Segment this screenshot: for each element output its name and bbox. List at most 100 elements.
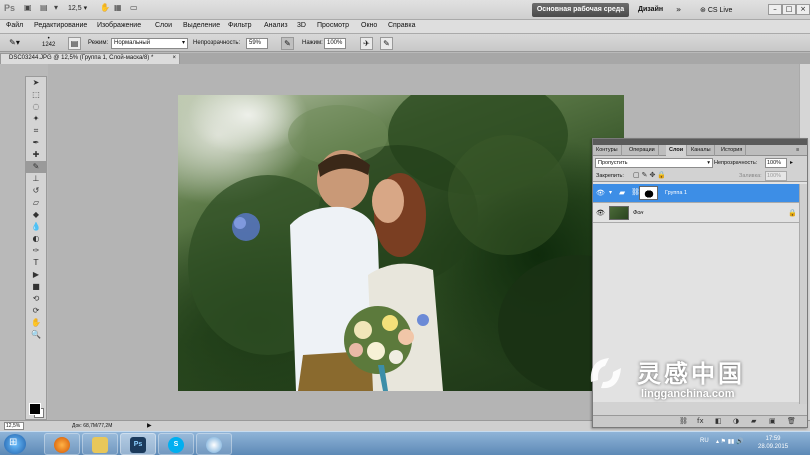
workspace-design-button[interactable]: Дизайн [638, 6, 663, 13]
type-tool-icon[interactable]: T [26, 257, 46, 269]
history-brush-tool-icon[interactable]: ↺ [26, 185, 46, 197]
taskbar-explorer[interactable] [82, 433, 118, 455]
tab-history[interactable]: История [718, 145, 747, 156]
dodge-tool-icon[interactable]: ◐ [26, 233, 46, 245]
lock-options[interactable]: ▢✎✥🔒 [633, 171, 668, 179]
workspace-essentials-button[interactable]: Основная рабочая среда [532, 3, 629, 17]
taskbar-firefox[interactable] [44, 433, 80, 455]
layer-row-group-1[interactable]: 👁 ▾ ▰ ⛓ Группа 1 [593, 184, 799, 203]
start-button[interactable]: ⊞ [4, 434, 26, 454]
brush-panel-toggle-icon[interactable]: ▤ [68, 37, 81, 50]
menu-help[interactable]: Справка [388, 22, 415, 29]
link-layers-icon[interactable]: ⛓ [679, 417, 688, 425]
3d-rotate-tool-icon[interactable]: ⟲ [26, 293, 46, 305]
status-zoom-field[interactable]: 12,5% [4, 422, 24, 430]
view-extras-icon[interactable]: ▾ [54, 3, 58, 16]
tray-icons[interactable]: ▴ ⚑ ▮▮ 🔊 [716, 438, 743, 445]
close-tab-icon[interactable]: × [172, 55, 176, 61]
lock-pixels-icon[interactable]: ✎ [642, 171, 650, 179]
tab-layers[interactable]: Слои [666, 145, 688, 156]
brush-tool-icon[interactable]: ✎ [26, 161, 46, 173]
keyboard-language[interactable]: RU [700, 438, 709, 444]
tablet-size-icon[interactable]: ✎ [380, 37, 393, 50]
minimize-button[interactable]: – [768, 4, 782, 15]
document-canvas[interactable] [178, 95, 624, 391]
airbrush-icon[interactable]: ✈ [360, 37, 373, 50]
lock-transparent-icon[interactable]: ▢ [633, 171, 642, 179]
layer-mask-thumbnail[interactable] [639, 186, 658, 200]
tab-paths[interactable]: Контуры [593, 145, 622, 156]
paint-bucket-tool-icon[interactable]: ◆ [26, 209, 46, 221]
arrange-documents-icon[interactable]: ▦ [114, 3, 122, 16]
mini-bridge-icon[interactable]: ▤ [40, 3, 48, 16]
adjustment-layer-icon[interactable]: ◑ [733, 417, 739, 425]
delete-layer-icon[interactable]: 🗑 [787, 417, 796, 425]
cs-live-button[interactable]: ⊛ CS Live [700, 6, 732, 14]
mode-select[interactable]: Нормальный ▾ [111, 38, 188, 49]
tablet-opacity-icon[interactable]: ✎ [281, 37, 294, 50]
opacity-input[interactable]: 59% [246, 38, 268, 49]
menu-file[interactable]: Файл [6, 22, 23, 29]
layer-style-icon[interactable]: fx [697, 417, 704, 425]
menu-3d[interactable]: 3D [297, 22, 306, 29]
close-window-button[interactable]: × [796, 4, 810, 15]
layer-opacity-input[interactable]: 100% [765, 158, 787, 168]
eraser-tool-icon[interactable]: ▱ [26, 197, 46, 209]
document-tab[interactable]: DSC03244.JPG @ 12,5% (Группа 1, Слой-мас… [0, 53, 180, 64]
expand-arrow-icon[interactable]: ▾ [609, 189, 612, 196]
move-tool-icon[interactable]: ➤ [26, 77, 46, 89]
new-layer-icon[interactable]: ▣ [769, 417, 776, 425]
taskbar-corel[interactable] [196, 433, 232, 455]
menu-window[interactable]: Окно [361, 22, 377, 29]
menu-select[interactable]: Выделение [183, 22, 220, 29]
tab-channels[interactable]: Каналы [688, 145, 715, 156]
panel-menu-icon[interactable]: ≡ [793, 145, 802, 156]
path-selection-tool-icon[interactable]: ▶ [26, 269, 46, 281]
hand-tool-icon[interactable]: ✋ [26, 317, 46, 329]
menu-edit[interactable]: Редактирование [34, 22, 87, 29]
flow-input[interactable]: 100% [324, 38, 346, 49]
healing-brush-tool-icon[interactable]: ✚ [26, 149, 46, 161]
3d-orbit-tool-icon[interactable]: ⟳ [26, 305, 46, 317]
hand-view-icon[interactable]: ✋ [100, 3, 110, 16]
visibility-eye-icon[interactable]: 👁 [596, 209, 605, 217]
opacity-arrow-icon[interactable]: ▸ [790, 159, 793, 166]
add-mask-icon[interactable]: ◧ [715, 417, 722, 425]
pen-tool-icon[interactable]: ✑ [26, 245, 46, 257]
new-group-icon[interactable]: ▰ [751, 417, 756, 425]
eyedropper-tool-icon[interactable]: ✒ [26, 137, 46, 149]
workspace-overflow-button[interactable]: » [676, 5, 681, 18]
layer-thumbnail[interactable] [609, 206, 629, 220]
foreground-color-swatch[interactable] [29, 403, 41, 415]
crop-tool-icon[interactable]: ⌗ [26, 125, 46, 137]
tab-actions[interactable]: Операции [626, 145, 659, 156]
menu-analysis[interactable]: Анализ [264, 22, 288, 29]
clone-stamp-tool-icon[interactable]: ⊥ [26, 173, 46, 185]
shape-tool-icon[interactable]: ■ [26, 281, 46, 293]
fill-input[interactable]: 100% [765, 171, 787, 181]
screen-mode-icon[interactable]: ▭ [130, 3, 138, 16]
visibility-eye-icon[interactable]: 👁 [596, 189, 605, 197]
layer-row-background[interactable]: 👁 Фон 🔒 [593, 204, 799, 223]
zoom-level-control[interactable]: 12,5 ▾ [68, 4, 87, 12]
maximize-button[interactable]: □ [782, 4, 796, 15]
marquee-tool-icon[interactable]: ⬚ [26, 89, 46, 101]
taskbar-photoshop[interactable]: Ps [120, 433, 156, 455]
lasso-tool-icon[interactable]: ◌ [26, 101, 46, 113]
menu-layers[interactable]: Слои [155, 22, 172, 29]
layers-scrollbar[interactable] [799, 184, 807, 404]
brush-size-picker[interactable]: • 1242 [42, 36, 55, 48]
status-menu-arrow-icon[interactable]: ▶ [147, 422, 152, 429]
menu-filter[interactable]: Фильтр [228, 22, 252, 29]
quick-selection-tool-icon[interactable]: ✦ [26, 113, 46, 125]
menu-view[interactable]: Просмотр [317, 22, 349, 29]
system-clock[interactable]: 17:59 28.09.2015 [758, 435, 788, 451]
brush-tool-preset-icon[interactable]: ✎▾ [8, 37, 21, 50]
bridge-icon[interactable]: ▣ [24, 3, 32, 16]
menu-image[interactable]: Изображение [97, 22, 141, 29]
taskbar-skype[interactable]: S [158, 433, 194, 455]
blur-tool-icon[interactable]: 💧 [26, 221, 46, 233]
zoom-tool-icon[interactable]: 🔍 [26, 329, 46, 341]
blend-mode-select[interactable]: Пропустить ▾ [595, 158, 713, 168]
lock-all-icon[interactable]: 🔒 [657, 171, 668, 179]
